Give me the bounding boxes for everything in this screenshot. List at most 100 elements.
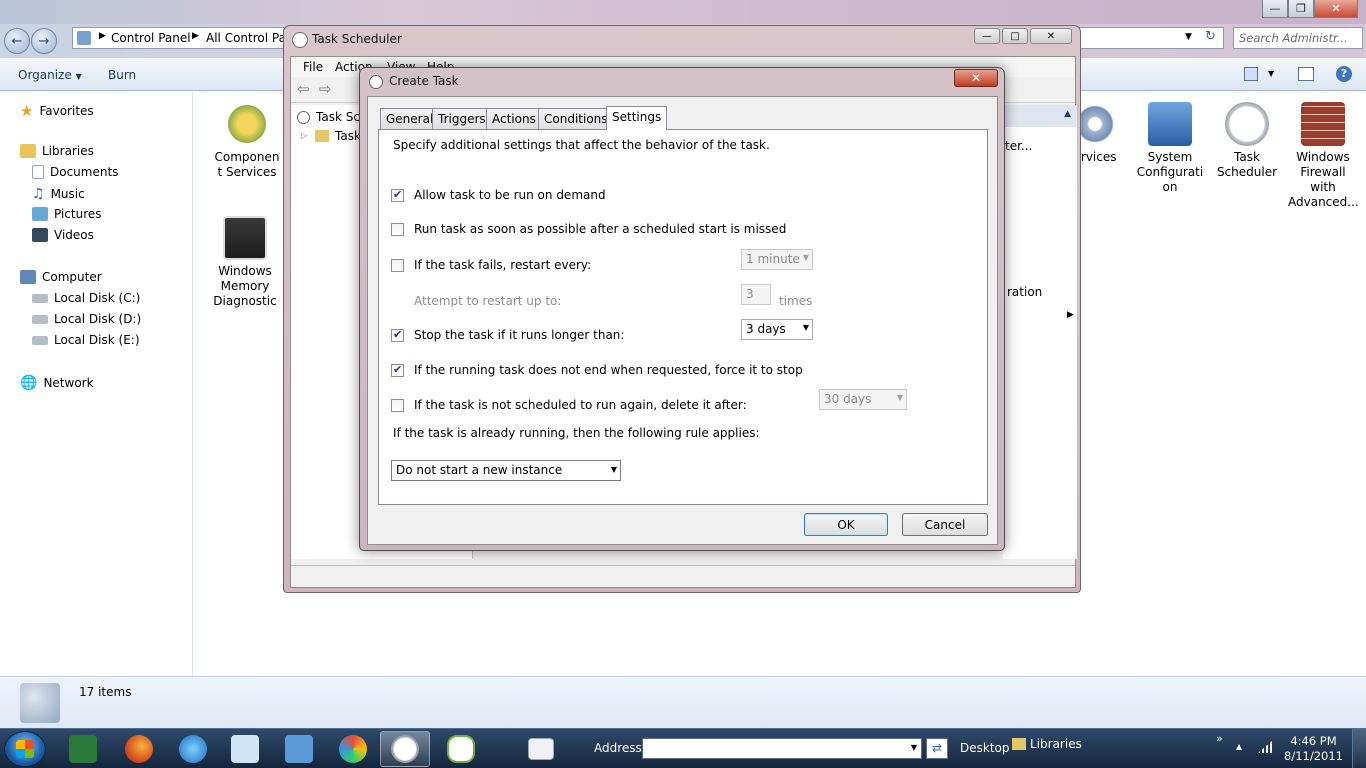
pictures-icon bbox=[32, 207, 48, 221]
view-options-icon[interactable] bbox=[1244, 67, 1258, 81]
close-icon: ✕ bbox=[970, 71, 982, 85]
show-hidden-icons-icon[interactable]: ▲ bbox=[1236, 742, 1242, 751]
taskbar-paint[interactable] bbox=[328, 731, 378, 767]
submenu-arrow-icon[interactable]: ▶ bbox=[1067, 310, 1074, 320]
allow-on-demand-checkbox[interactable] bbox=[391, 188, 404, 202]
show-desktop-button[interactable] bbox=[1352, 729, 1366, 768]
actions-item-fragment[interactable]: ter... bbox=[1005, 139, 1032, 153]
hard-disk-icon bbox=[32, 293, 48, 303]
refresh-icon[interactable]: ↻ bbox=[1205, 29, 1216, 44]
desktop-toolbar[interactable]: Desktop bbox=[960, 741, 1010, 755]
star-icon: ★ bbox=[20, 102, 34, 120]
tab-actions[interactable]: Actions bbox=[486, 108, 542, 129]
tab-conditions[interactable]: Conditions bbox=[538, 108, 614, 129]
forward-arrow-icon[interactable]: ⇨ bbox=[319, 80, 332, 98]
address-toolbar-input[interactable]: ▼ bbox=[642, 738, 922, 759]
minimize-button[interactable]: — bbox=[1262, 0, 1288, 18]
chevron-down-icon[interactable]: ▼ bbox=[1268, 69, 1274, 78]
tree-child[interactable]: Task bbox=[335, 129, 361, 143]
delete-after-checkbox[interactable] bbox=[391, 398, 404, 412]
instance-rule-select[interactable]: Do not start a new instance ▼ bbox=[391, 460, 621, 481]
close-button[interactable]: ✕ bbox=[954, 69, 998, 87]
nav-documents[interactable]: Documents bbox=[32, 165, 118, 179]
tab-settings[interactable]: Settings bbox=[606, 106, 668, 130]
allow-on-demand-row[interactable]: Allow task to be run on demand bbox=[391, 188, 606, 202]
clock-display[interactable]: 4:46 PM 8/11/2011 bbox=[1284, 734, 1343, 764]
close-button[interactable]: ✕ bbox=[1030, 28, 1072, 44]
dropdown-arrow-icon[interactable]: ▼ bbox=[1185, 32, 1192, 42]
nav-disk-c[interactable]: Local Disk (C:) bbox=[32, 291, 140, 305]
taskbar-notepad[interactable] bbox=[220, 731, 270, 767]
restart-on-fail-checkbox[interactable] bbox=[391, 258, 404, 272]
stop-if-longer-row[interactable]: Stop the task if it runs longer than: bbox=[391, 328, 624, 342]
forward-button[interactable]: → bbox=[31, 28, 57, 54]
system-configuration-item[interactable]: System Configurati on bbox=[1135, 102, 1205, 195]
run-asap-checkbox[interactable] bbox=[391, 222, 404, 236]
taskbar-task-scheduler[interactable] bbox=[380, 731, 430, 767]
windows-firewall-item[interactable]: Windows Firewall with Advanced... bbox=[1288, 102, 1359, 210]
force-stop-checkbox[interactable] bbox=[391, 363, 404, 377]
chevron-down-icon[interactable]: ▼ bbox=[911, 743, 917, 752]
nav-disk-d[interactable]: Local Disk (D:) bbox=[32, 312, 141, 326]
tab-general[interactable]: General bbox=[380, 108, 440, 129]
actions-item-fragment[interactable]: ration bbox=[1007, 285, 1042, 299]
run-asap-row[interactable]: Run task as soon as possible after a sch… bbox=[391, 222, 786, 236]
breadcrumb-all-control-panel[interactable]: All Control Pa bbox=[206, 31, 286, 45]
nav-libraries[interactable]: Libraries bbox=[20, 144, 94, 158]
nav-videos[interactable]: Videos bbox=[32, 228, 94, 242]
taskbar-internet-explorer[interactable] bbox=[168, 731, 218, 767]
burn-button[interactable]: Burn bbox=[108, 68, 136, 82]
nav-pictures[interactable]: Pictures bbox=[32, 207, 102, 221]
restart-attempts-input[interactable]: 3 bbox=[741, 284, 771, 305]
back-arrow-icon[interactable]: ⇦ bbox=[297, 80, 310, 98]
expand-icon[interactable]: ▷ bbox=[301, 131, 307, 140]
preview-pane-icon[interactable] bbox=[1298, 67, 1314, 81]
back-button[interactable]: ← bbox=[4, 28, 30, 54]
menu-file[interactable]: File bbox=[303, 60, 323, 74]
toolbar-overflow-icon[interactable]: » bbox=[1216, 732, 1223, 745]
delete-after-row[interactable]: If the task is not scheduled to run agai… bbox=[391, 398, 747, 412]
windows-memory-diagnostic-item[interactable]: Windows Memory Diagnostic bbox=[210, 216, 280, 309]
restart-on-fail-row[interactable]: If the task fails, restart every: bbox=[391, 258, 591, 272]
maximize-button[interactable]: □ bbox=[1002, 28, 1028, 44]
component-services-icon bbox=[225, 102, 269, 146]
taskbar: Address ▼ ⇄ Desktop Libraries » ▲ 4:46 P… bbox=[0, 728, 1366, 768]
delete-after-select[interactable]: 30 days ▼ bbox=[819, 389, 907, 410]
computer-icon bbox=[20, 270, 36, 284]
task-scheduler-item[interactable]: Task Scheduler bbox=[1212, 102, 1282, 180]
force-stop-row[interactable]: If the running task does not end when re… bbox=[391, 363, 803, 377]
taskbar-snipping[interactable] bbox=[516, 731, 566, 767]
restart-interval-select[interactable]: 1 minute ▼ bbox=[741, 249, 813, 270]
taskbar-google-talk[interactable] bbox=[436, 731, 486, 767]
cancel-button[interactable]: Cancel bbox=[902, 513, 988, 536]
libraries-toolbar[interactable]: Libraries bbox=[1012, 737, 1082, 751]
component-services-item[interactable]: Componen t Services bbox=[212, 102, 282, 180]
search-input[interactable]: Search Administr... bbox=[1233, 27, 1363, 49]
actions-pane: ▲ ter... ration ▶ bbox=[1003, 105, 1077, 559]
nav-disk-e[interactable]: Local Disk (E:) bbox=[32, 333, 140, 347]
taskbar-excel[interactable] bbox=[58, 731, 108, 767]
tab-triggers[interactable]: Triggers bbox=[432, 108, 492, 129]
minimize-button[interactable]: — bbox=[974, 28, 1000, 44]
help-icon[interactable]: ? bbox=[1336, 66, 1352, 82]
actions-header[interactable]: ▲ bbox=[1003, 105, 1077, 127]
nav-music[interactable]: ♫ Music bbox=[32, 186, 85, 202]
nav-computer[interactable]: Computer bbox=[20, 270, 102, 284]
stop-if-longer-checkbox[interactable] bbox=[391, 328, 404, 342]
ok-button[interactable]: OK bbox=[804, 513, 888, 536]
close-button[interactable]: ✕ bbox=[1314, 0, 1358, 18]
go-icon[interactable]: ⇄ bbox=[926, 738, 948, 759]
nav-network[interactable]: 🌐 Network bbox=[20, 375, 94, 391]
organize-button[interactable]: Organize ▼ bbox=[18, 68, 82, 82]
chevron-down-icon: ▼ bbox=[802, 253, 809, 262]
taskbar-firefox[interactable] bbox=[114, 731, 164, 767]
start-button[interactable] bbox=[4, 731, 46, 767]
stop-duration-select[interactable]: 3 days ▼ bbox=[741, 319, 813, 340]
administrative-tools-icon bbox=[20, 683, 60, 723]
restore-button[interactable]: ❐ bbox=[1288, 0, 1314, 18]
network-signal-icon[interactable] bbox=[1258, 741, 1272, 753]
chevron-down-icon: ▼ bbox=[802, 323, 809, 332]
nav-favorites[interactable]: ★ Favorites bbox=[20, 102, 94, 120]
taskbar-control-panel[interactable] bbox=[274, 731, 324, 767]
breadcrumb-control-panel[interactable]: Control Panel bbox=[111, 31, 191, 45]
